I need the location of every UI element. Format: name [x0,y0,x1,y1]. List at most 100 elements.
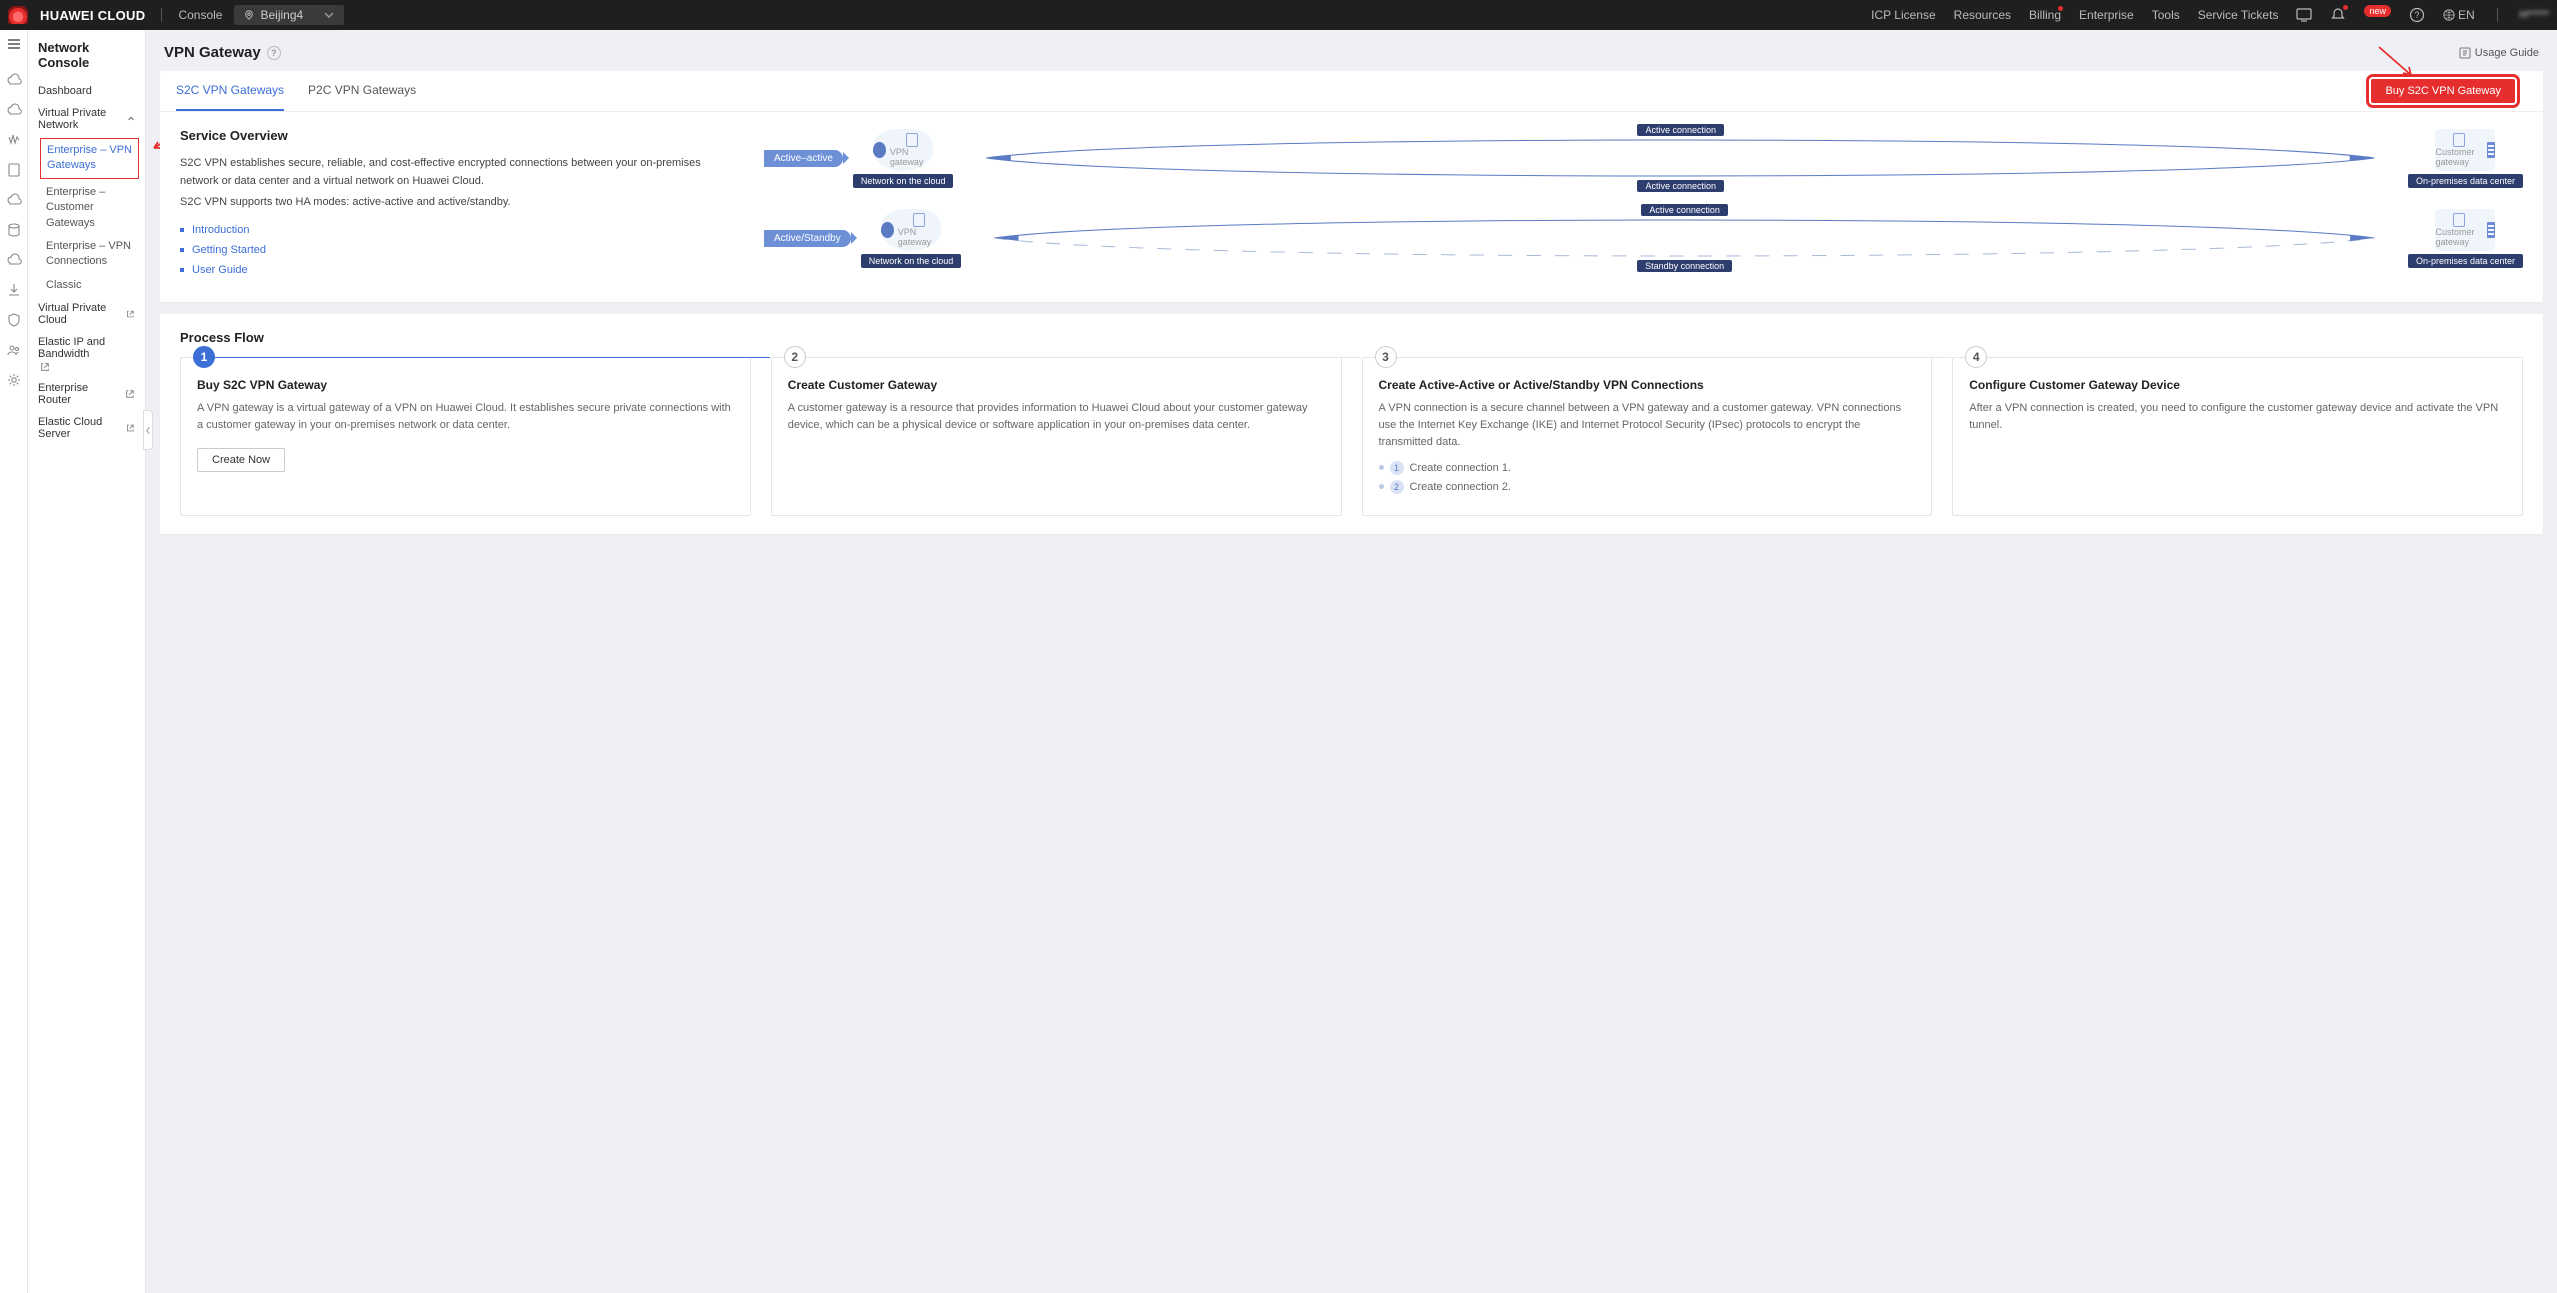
download-icon[interactable] [6,282,22,298]
cloud2-icon[interactable] [6,102,22,118]
sidebar-item-ecs[interactable]: Elastic Cloud Server [28,411,145,445]
monitor-icon[interactable] [2296,7,2312,23]
separator [161,8,162,22]
onprem-icon: Customer gateway [2435,129,2495,171]
link-introduction[interactable]: Introduction [192,224,249,236]
step-1-title: Buy S2C VPN Gateway [197,378,734,392]
process-flow-card: Process Flow 1 Buy S2C VPN Gateway A VPN… [160,314,2543,534]
sidebar-sub-vpn-gateways[interactable]: Enterprise – VPN Gateways [40,138,139,179]
connection-zone: Active connection Standby connection [971,208,2398,268]
link-user-guide[interactable]: User Guide [192,264,248,276]
gear-icon[interactable] [6,372,22,388]
tab-s2c[interactable]: S2C VPN Gateways [176,71,284,111]
lang-selector[interactable]: EN [2443,8,2475,22]
chevron-left-icon [146,426,151,435]
console-link[interactable]: Console [178,8,222,22]
sidebar-title: Network Console [28,40,145,80]
sub-conn-1: 1Create connection 1. [1379,461,1916,475]
tabs: S2C VPN Gateways P2C VPN Gateways Buy S2… [160,71,2543,112]
workspace: Network Console Dashboard Virtual Privat… [0,30,2557,1293]
billing-link[interactable]: Billing [2029,8,2061,22]
buy-s2c-vpn-button[interactable]: Buy S2C VPN Gateway [2371,79,2515,103]
resources-link[interactable]: Resources [1954,8,2011,22]
new-badge: new [2364,5,2391,17]
step-num-4: 4 [1965,346,1987,368]
step-3-sublist: 1Create connection 1. 2Create connection… [1379,461,1916,494]
step-4-desc: After a VPN connection is created, you n… [1969,400,2506,434]
people-icon[interactable] [6,342,22,358]
topbar-left: HUAWEI CLOUD Console Beijing4 [8,5,344,25]
step-3-title: Create Active-Active or Active/Standby V… [1379,378,1916,392]
separator [2497,8,2498,22]
chevron-up-icon [127,114,135,124]
shield-icon[interactable] [6,312,22,328]
svg-text:?: ? [2414,10,2419,20]
process-body: Process Flow 1 Buy S2C VPN Gateway A VPN… [160,314,2543,516]
info-icon[interactable]: ? [267,46,281,60]
process-flow-heading: Process Flow [180,330,2523,345]
huawei-logo-icon [8,6,28,24]
diagram-column: Active–active VPN gateway Network on the… [764,128,2523,284]
page-icon[interactable] [6,162,22,178]
cloud-node: VPN gateway Network on the cloud [853,129,954,188]
step-num-1: 1 [193,346,215,368]
sidebar-sub-customer-gateways[interactable]: Enterprise – Customer Gateways [28,181,145,235]
cloud-icon: VPN gateway [881,209,941,251]
onprem-icon: Customer gateway [2435,209,2495,251]
steps-row: 1 Buy S2C VPN Gateway A VPN gateway is a… [180,357,2523,516]
chevron-down-icon [324,10,334,20]
cloud4-icon[interactable] [6,252,22,268]
step-connector [215,357,770,358]
onprem-node: Customer gateway On-premises data center [2408,129,2523,188]
icp-link[interactable]: ICP License [1871,8,1935,22]
step-2-title: Create Customer Gateway [788,378,1325,392]
tools-link[interactable]: Tools [2152,8,2180,22]
overview-p2: S2C VPN supports two HA modes: active-ac… [180,194,740,212]
sub-conn-2: 2Create connection 2. [1379,480,1916,494]
create-now-button[interactable]: Create Now [197,448,285,472]
conn-label-bottom: Standby connection [1637,260,1732,272]
connection-lines-icon [971,208,2398,268]
username[interactable]: H***** [2520,9,2549,21]
sidebar-item-eip[interactable]: Elastic IP and Bandwidth [28,331,145,377]
waves-icon[interactable] [6,132,22,148]
connection-zone: Active connection Active connection [963,128,2397,188]
step-connector [1397,357,1952,358]
step-3: 3 Create Active-Active or Active/Standby… [1362,357,1933,516]
database-icon[interactable] [6,222,22,238]
step-num-3: 3 [1375,346,1397,368]
sidebar-sub-vpn-connections[interactable]: Enterprise – VPN Connections [28,235,145,274]
pin-icon [244,10,254,20]
tickets-link[interactable]: Service Tickets [2198,8,2279,22]
enterprise-link[interactable]: Enterprise [2079,8,2134,22]
external-link-icon [125,389,135,399]
region-label: Beijing4 [260,8,303,22]
sidebar-item-vpn[interactable]: Virtual Private Network [28,102,145,136]
external-link-icon [126,309,135,319]
overview-p1: S2C VPN establishes secure, reliable, an… [180,155,740,190]
usage-guide-link[interactable]: Usage Guide [2459,47,2539,59]
sidebar-item-vpc[interactable]: Virtual Private Cloud [28,297,145,331]
sidebar-item-dashboard[interactable]: Dashboard [28,80,145,102]
sidebar-collapse-handle[interactable] [143,410,153,450]
tab-p2c[interactable]: P2C VPN Gateways [308,71,416,111]
billing-badge [2058,6,2063,11]
help-icon[interactable]: ? [2409,7,2425,23]
topbar-right: ICP License Resources Billing Enterprise… [1871,7,2549,23]
link-getting-started[interactable]: Getting Started [192,244,266,256]
doc-links: Introduction Getting Started User Guide [180,224,740,276]
step-2-desc: A customer gateway is a resource that pr… [788,400,1325,434]
page-header: VPN Gateway ? Usage Guide [160,40,2543,71]
icon-rail [0,30,28,1293]
region-selector[interactable]: Beijing4 [234,5,344,25]
bell-icon[interactable] [2330,7,2346,23]
sidebar-item-er[interactable]: Enterprise Router [28,377,145,411]
cloud-icon[interactable] [6,72,22,88]
service-overview-heading: Service Overview [180,128,740,143]
sidebar: Network Console Dashboard Virtual Privat… [28,30,146,1293]
cloud3-icon[interactable] [6,192,22,208]
overview-card: S2C VPN Gateways P2C VPN Gateways Buy S2… [160,71,2543,302]
hamburger-icon[interactable] [6,36,22,52]
sidebar-sub-classic[interactable]: Classic [28,274,145,297]
onprem-label: On-premises data center [2408,254,2523,268]
